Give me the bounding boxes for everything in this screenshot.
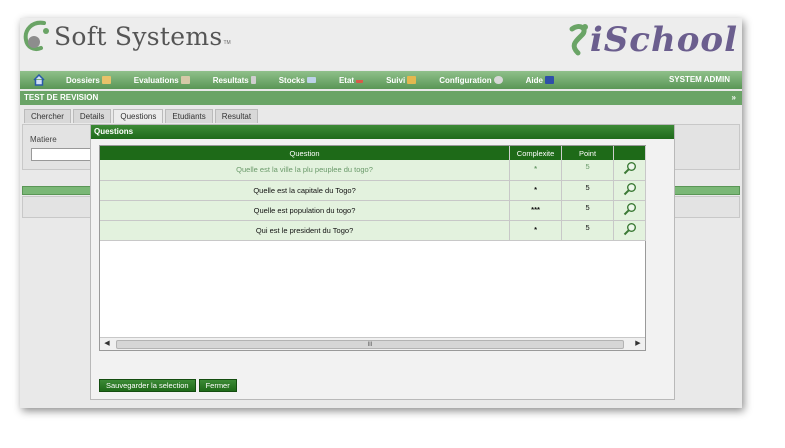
menu-label: Etat [338,75,355,85]
question-cell: Quelle est la capitale du Togo? [100,180,511,201]
question-cell: Qui est le president du Togo? [100,220,511,241]
point-cell: 5 [561,220,614,241]
brand-logo: Soft Systems TM [22,20,231,52]
gear-icon [493,76,503,84]
app-header: Soft Systems TM iSchool [20,18,742,70]
folder-icon [101,76,111,84]
point-cell: 5 [561,200,614,221]
tab-questions[interactable]: Questions [113,109,164,123]
scroll-right-icon[interactable]: ▶ [631,338,645,350]
menu-label: Configuration [439,75,492,85]
evaluation-icon [180,76,190,84]
column-complexite: Complexite [509,146,563,160]
magnifier-icon[interactable] [623,222,637,238]
tab-resultat[interactable]: Resultat [214,109,259,123]
matiere-label: Matiere [30,135,57,144]
menu-aide[interactable]: Aide [526,76,554,85]
table-row[interactable]: Quelle est population du togo? *** 5 [100,200,646,221]
page-title: TEST DE REVISION [24,93,99,102]
product-name: iSchool [589,20,738,60]
stocks-icon [306,77,316,83]
column-point: Point [561,146,614,160]
menu-etat[interactable]: Etat [338,75,364,85]
ischool-swirl-icon [569,24,588,56]
main-menu: Dossiers Evaluations Resultats Stocks Et… [20,71,742,89]
action-cell [613,160,646,181]
tab-details[interactable]: Details [72,109,112,123]
dialog-title: Questions [91,125,674,139]
question-cell: Quelle est population du togo? [100,200,511,221]
table-row[interactable]: Qui est le president du Togo? * 5 [100,220,646,241]
questions-dialog: Questions Question Complexite Point Quel… [90,124,675,400]
brand-trademark: TM [223,40,231,46]
brand-name: Soft Systems [54,21,223,51]
menu-label: Dossiers [66,75,100,85]
magnifier-icon[interactable] [623,161,637,177]
app-window: Soft Systems TM iSchool Dossiers Evaluat… [20,18,742,408]
follow-icon [407,76,417,84]
current-user[interactable]: SYSTEM ADMIN [669,75,730,84]
tab-bar: Chercher Details Questions Etudiants Res… [24,109,260,123]
menu-label: Resultats [212,75,249,85]
complexite-cell: * [509,220,563,241]
ischool-logo: iSchool [568,20,738,60]
home-icon[interactable] [32,73,46,87]
menu-label: Evaluations [133,75,179,85]
complexite-cell: * [509,160,563,181]
menu-label: Aide [525,75,543,85]
chart-icon [356,78,364,83]
table-row[interactable]: Quelle est la capitale du Togo? * 5 [100,180,646,201]
menu-evaluations[interactable]: Evaluations [134,76,190,85]
menu-resultats[interactable]: Resultats [213,76,256,85]
save-selection-button[interactable]: Sauvegarder la selection [99,379,196,392]
column-action [613,146,646,160]
menu-suivi[interactable]: Suivi [386,75,417,85]
matiere-field[interactable] [31,148,91,161]
questions-table: Question Complexite Point Quelle est la … [100,146,646,241]
expand-arrow-icon[interactable]: » [732,91,736,105]
brand-swirl-icon [23,20,49,51]
point-cell: 5 [561,180,614,201]
action-cell [613,220,646,241]
question-cell: Quelle est la ville la plu peuplee du to… [100,160,511,181]
point-cell: 5 [561,160,614,181]
table-header-row: Question Complexite Point [100,146,646,160]
tab-etudiants[interactable]: Etudiants [165,109,213,123]
table-row[interactable]: Quelle est la ville la plu peuplee du to… [100,160,646,181]
scroll-left-icon[interactable]: ◀ [100,338,114,350]
complexite-cell: *** [509,200,563,221]
page-title-bar: TEST DE REVISION » [20,91,742,105]
scroll-thumb[interactable]: III [116,340,624,349]
menu-label: Suivi [386,75,406,85]
column-question: Question [100,146,511,160]
menu-stocks[interactable]: Stocks [279,76,316,85]
menu-dossiers[interactable]: Dossiers [66,76,111,85]
menu-label: Stocks [278,75,305,85]
menu-configuration[interactable]: Configuration [439,75,503,85]
action-cell [613,200,646,221]
magnifier-icon[interactable] [623,202,637,218]
tab-chercher[interactable]: Chercher [24,109,71,123]
complexite-cell: * [509,180,563,201]
magnifier-icon[interactable] [623,182,637,198]
help-icon [544,76,554,84]
action-cell [613,180,646,201]
horizontal-scrollbar[interactable]: ◀ III ▶ [100,337,645,350]
results-icon [250,76,256,84]
dialog-buttons: Sauvegarder la selection Fermer [99,379,240,392]
questions-grid: Question Complexite Point Quelle est la … [99,145,646,351]
close-button[interactable]: Fermer [198,379,237,392]
